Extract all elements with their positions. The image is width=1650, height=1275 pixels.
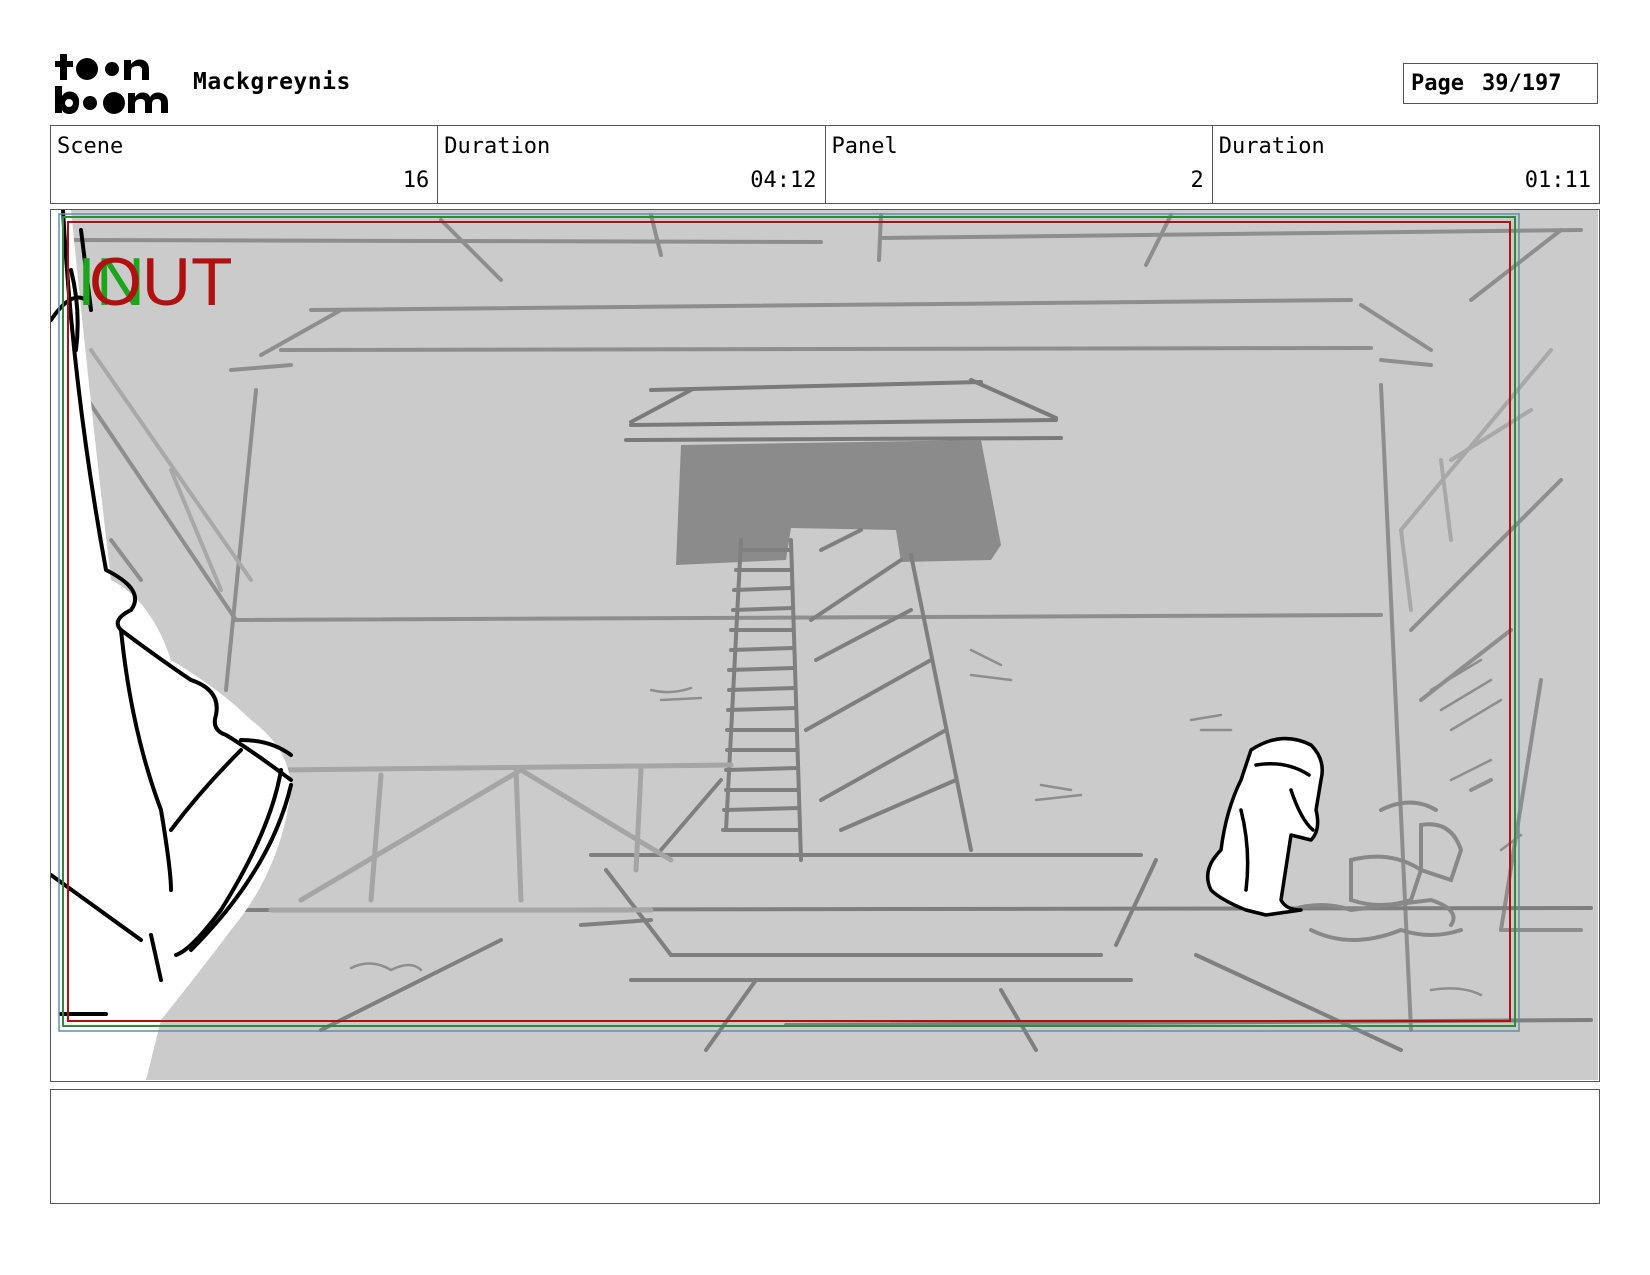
- storyboard-panel: IN OUT: [50, 209, 1600, 1082]
- out-marker: OUT: [89, 244, 233, 320]
- page-label: Page: [1411, 71, 1464, 96]
- storyboard-sketch: IN OUT: [51, 210, 1598, 1080]
- scene-value: 16: [402, 168, 430, 193]
- scene-cell: Scene 16: [51, 126, 439, 203]
- toon-boom-logo: [54, 52, 170, 116]
- page-indicator: Page 39/197: [1403, 63, 1598, 104]
- project-title: Mackgreynis: [193, 69, 351, 95]
- scene-duration-cell: Duration 04:12: [438, 126, 826, 203]
- page-number: 39/197: [1481, 71, 1562, 96]
- scene-info-table: Scene 16 Duration 04:12 Panel 2 Duration…: [50, 125, 1600, 204]
- scene-label: Scene: [57, 134, 124, 159]
- panel-duration-cell: Duration 01:11: [1213, 126, 1599, 203]
- panel-duration-value: 01:11: [1524, 168, 1591, 193]
- panel-notes-box[interactable]: [50, 1089, 1600, 1204]
- panel-value: 2: [1190, 168, 1204, 193]
- scene-duration-value: 04:12: [750, 168, 817, 193]
- panel-label: Panel: [831, 134, 898, 159]
- scene-duration-label: Duration: [444, 134, 551, 159]
- panel-cell: Panel 2: [826, 126, 1213, 203]
- panel-duration-label: Duration: [1218, 134, 1325, 159]
